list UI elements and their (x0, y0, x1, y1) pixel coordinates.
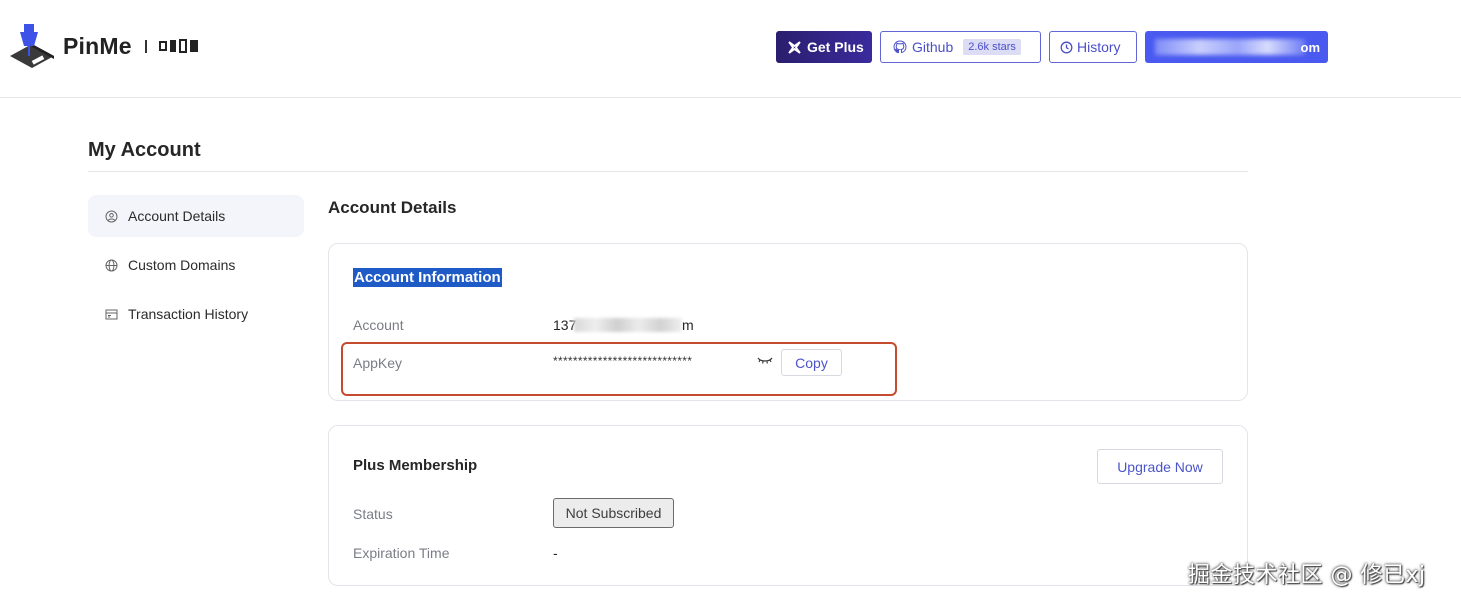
github-button[interactable]: Github 2.6k stars (880, 31, 1041, 63)
expiration-value: - (553, 545, 558, 561)
sidebar-item-custom-domains[interactable]: Custom Domains (88, 244, 304, 286)
status-label: Status (353, 506, 393, 522)
appkey-label: AppKey (353, 355, 403, 371)
page-title: My Account (88, 139, 201, 161)
title-divider (88, 171, 1248, 172)
plus-membership-title: Plus Membership (353, 457, 478, 474)
copy-appkey-button[interactable]: Copy (781, 349, 842, 376)
sidebar-item-label: Custom Domains (128, 257, 236, 273)
status-badge: Not Subscribed (553, 498, 674, 528)
upgrade-now-button[interactable]: Upgrade Now (1097, 449, 1223, 484)
brand-divider (145, 40, 147, 53)
account-value-suffix: m (682, 317, 694, 333)
user-account-button[interactable]: om (1145, 31, 1328, 63)
section-title: Account Details (328, 198, 457, 217)
account-information-title: Account Information (353, 268, 502, 287)
account-value-prefix: 137 (553, 317, 577, 333)
github-stars-badge: 2.6k stars (963, 39, 1021, 55)
sidebar-item-label: Transaction History (128, 306, 249, 322)
expiration-label: Expiration Time (353, 545, 450, 561)
sidebar-item-label: Account Details (128, 208, 226, 224)
receipt-icon (105, 309, 118, 319)
history-button[interactable]: History (1049, 31, 1137, 63)
history-icon (1060, 41, 1073, 53)
user-email-tail: om (1300, 39, 1321, 55)
github-icon (893, 40, 907, 54)
redacted-account (574, 318, 682, 332)
get-plus-label: Get Plus (807, 39, 864, 55)
account-label: Account (353, 317, 404, 333)
get-plus-button[interactable]: Get Plus (776, 31, 872, 63)
brand-name[interactable]: PinMe (63, 33, 132, 60)
sidebar-item-transaction-history[interactable]: Transaction History (88, 293, 304, 335)
watermark: 掘金技术社区 @ 修已xj (1188, 563, 1426, 588)
history-label: History (1077, 39, 1121, 55)
appkey-masked-value: **************************** (553, 354, 693, 368)
github-label: Github (912, 39, 954, 55)
top-navbar: PinMe Get Plus Github 2.6k stars History… (0, 0, 1461, 98)
brand-glyph-icon (159, 39, 198, 53)
redacted-email (1155, 39, 1305, 55)
globe-icon (105, 259, 118, 271)
sparkle-icon (788, 40, 801, 54)
eye-closed-icon[interactable] (757, 355, 773, 365)
user-circle-icon (105, 210, 118, 222)
sidebar-item-account-details[interactable]: Account Details (88, 195, 304, 237)
pinme-logo[interactable] (8, 22, 56, 70)
